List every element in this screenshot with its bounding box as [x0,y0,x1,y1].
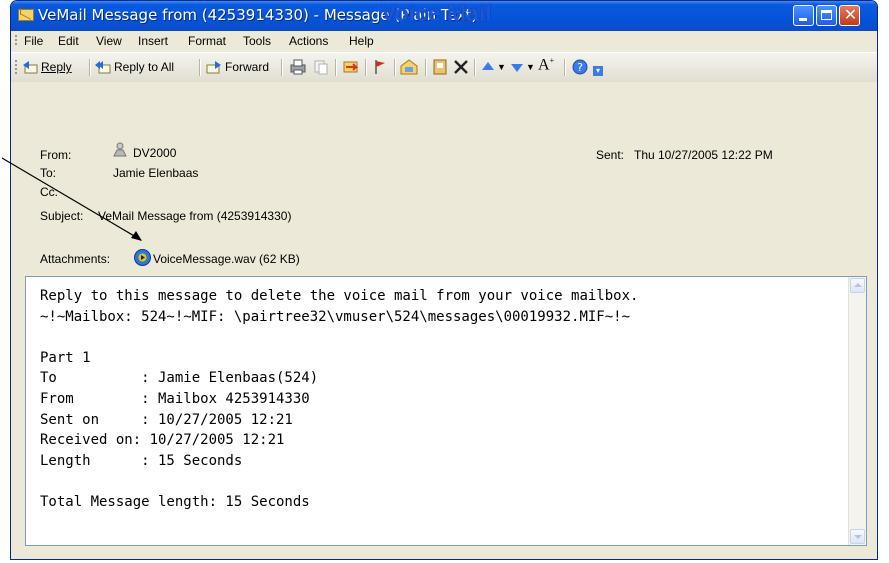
reply-label: Reply [41,60,72,74]
toolbar-separator [425,59,427,76]
toolbar-separator [89,59,91,76]
copy-icon[interactable] [312,58,330,76]
toolbar-separator [281,59,283,76]
scroll-down-button[interactable] [850,529,865,544]
body-line: Total Message length: 15 Seconds [40,493,310,510]
close-button[interactable]: ✕ [839,5,860,26]
toolbar-separator [474,59,476,76]
menu-grip[interactable] [15,35,17,47]
sent-value: Thu 10/27/2005 12:22 PM [634,148,773,162]
menu-edit[interactable]: Edit [58,34,79,48]
maximize-button[interactable] [816,5,837,26]
body-line: Sent on : 10/27/2005 12:21 [40,411,293,428]
next-dropdown-icon[interactable]: ▼ [526,62,535,80]
reply-all-label: Reply to All [114,60,175,74]
vertical-scrollbar[interactable] [848,277,866,545]
toolbar-separator [365,59,367,76]
print-icon[interactable] [289,58,307,76]
standard-toolbar: Reply Reply to All Forward ▼ ▼ A+ ? ▾ [11,52,877,83]
svg-text:?: ? [577,61,583,74]
move-to-folder-icon[interactable] [342,58,360,76]
cc-label: Cc: [40,185,58,199]
menu-insert[interactable]: Insert [138,34,168,48]
audio-file-icon[interactable] [133,248,152,267]
voice-mail-annotation: Voice Mail [381,0,492,26]
message-body-text: Reply to this message to delete the voic… [40,286,638,513]
toolbar-grip[interactable] [15,60,17,74]
next-item-icon[interactable] [509,58,525,76]
menu-file[interactable]: File [24,34,43,48]
toolbar-separator [335,59,337,76]
subject-label: Subject: [40,209,84,223]
toolbar-separator [199,59,201,76]
subject-value: VeMail Message from (4253914330) [98,209,292,223]
attachments-label: Attachments: [40,252,111,266]
from-label: From: [40,148,72,162]
message-body[interactable]: Reply to this message to delete the voic… [25,276,867,546]
body-line: Part 1 [40,349,91,366]
menu-help[interactable]: Help [349,34,374,48]
contact-icon [113,142,127,157]
help-icon[interactable]: ? [571,58,589,76]
envelope-icon [18,9,34,21]
menu-view[interactable]: View [96,34,122,48]
body-line: Length : 15 Seconds [40,452,243,469]
sent-label: Sent: [596,148,625,162]
menu-actions[interactable]: Actions [289,34,328,48]
message-header: From: DV2000 To: Jamie Elenbaas Cc: Subj… [11,82,877,272]
menu-tools[interactable]: Tools [243,34,271,48]
categorize-icon[interactable] [399,58,419,76]
follow-up-flag-icon[interactable] [371,58,389,76]
body-line: From : Mailbox 4253914330 [40,390,310,407]
toolbar-separator [564,59,566,76]
address-book-icon[interactable] [431,58,449,76]
forward-icon [206,61,221,74]
toolbar-options-icon[interactable]: ▾ [593,66,603,76]
body-line: To : Jamie Elenbaas(524) [40,370,319,387]
body-line: Received on: 10/27/2005 12:21 [40,432,285,449]
body-line: Reply to this message to delete the voic… [40,288,639,304]
minimize-icon [799,18,807,21]
menu-bar: File Edit View Insert Format Tools Actio… [11,31,877,51]
reply-icon [23,61,38,74]
attachment-link[interactable]: VoiceMessage.wav (62 KB) [153,252,300,266]
maximize-icon [821,10,832,20]
scroll-up-button[interactable] [850,278,865,293]
forward-label: Forward [225,60,270,74]
close-icon: ✕ [843,5,858,24]
message-window: VeMail Message from (4253914330) - Messa… [10,0,878,560]
to-label: To: [40,166,57,180]
reply-all-icon [95,61,111,74]
minimize-button[interactable] [793,5,814,26]
from-value[interactable]: DV2000 [133,146,176,160]
to-value[interactable]: Jamie Elenbaas [113,166,198,180]
body-line: ~!~Mailbox: 524~!~MIF: \pairtree32\vmuse… [40,308,631,325]
previous-dropdown-icon[interactable]: ▼ [497,62,506,80]
menu-format[interactable]: Format [188,34,226,48]
previous-item-icon[interactable] [480,58,496,76]
toolbar-separator [394,59,396,76]
font-size-icon[interactable]: A+ [538,56,556,74]
delete-icon[interactable] [452,58,470,76]
